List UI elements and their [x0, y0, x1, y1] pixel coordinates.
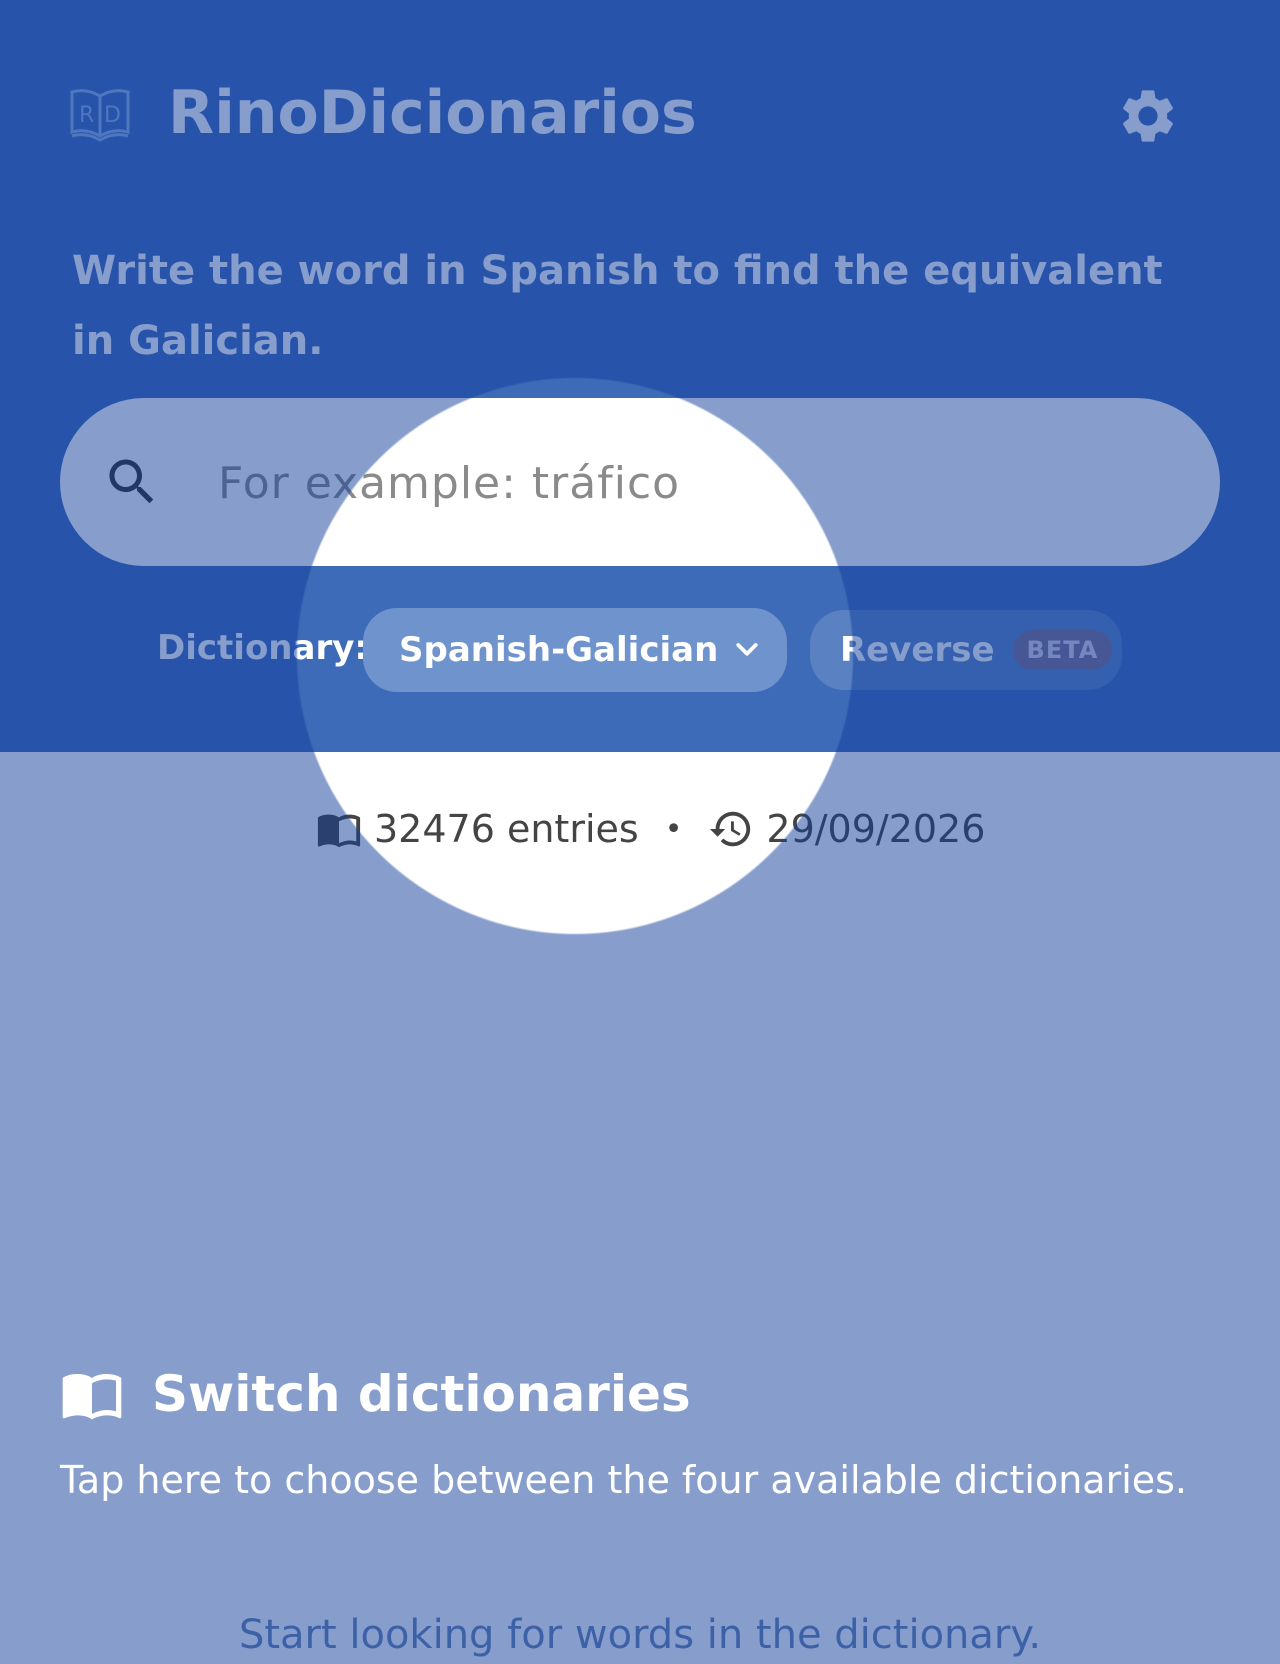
coach-mark: Switch dictionaries Tap here to choose b… — [60, 1362, 1220, 1502]
book-icon — [62, 1374, 122, 1420]
coach-mark-description: Tap here to choose between the four avai… — [60, 1458, 1188, 1502]
coach-mark-title: Switch dictionaries — [152, 1365, 691, 1423]
